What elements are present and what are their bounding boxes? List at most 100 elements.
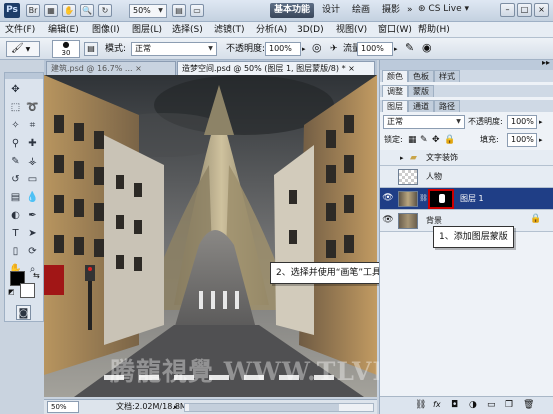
menu-view[interactable]: 视图(V) [336, 24, 367, 36]
brush-picker[interactable]: ● 30 [52, 40, 80, 58]
zoom-icon[interactable]: 🔍 [80, 4, 94, 17]
dodge-tool-icon[interactable]: ◐ [8, 208, 23, 223]
type-tool-icon[interactable]: T [8, 226, 23, 241]
menu-image[interactable]: 图像(I) [92, 24, 120, 36]
lock-image-icon[interactable]: ✎ [420, 133, 428, 147]
menu-edit[interactable]: 编辑(E) [48, 24, 79, 36]
blend-mode-select[interactable]: 正常 ▼ [383, 115, 465, 129]
background-color-swatch[interactable] [20, 283, 35, 298]
fx-icon[interactable]: fx [433, 400, 441, 409]
tab-layers[interactable]: 图层 [382, 100, 408, 112]
status-zoom-input[interactable]: 50% [47, 401, 79, 413]
menu-3d[interactable]: 3D(D) [297, 24, 324, 36]
lock-position-icon[interactable]: ✥ [432, 133, 440, 147]
eye-icon[interactable]: 👁 [382, 214, 394, 226]
new-layer-icon[interactable]: ❐ [505, 400, 513, 410]
lock-all-icon[interactable]: 🔒 [444, 133, 455, 147]
close-button[interactable]: × [534, 3, 549, 17]
cs-live[interactable]: ⊛ CS Live ▾ [418, 4, 469, 14]
flow-dropdown-icon[interactable]: ▸ [394, 42, 398, 56]
pen-tool-icon[interactable]: ✒ [25, 208, 40, 223]
marquee-tool-icon[interactable]: ⬚ [8, 100, 23, 115]
adjustment-icon[interactable]: ◑ [469, 400, 477, 410]
mask-icon[interactable]: ◘ [451, 400, 458, 410]
close-icon[interactable]: × [135, 64, 142, 73]
workspace-more[interactable]: » [403, 3, 417, 18]
screen-mode-icon[interactable]: ▭ [190, 4, 204, 17]
pressure-opacity-icon[interactable]: ◎ [312, 41, 322, 54]
mode-select[interactable]: 正常 ▼ [131, 42, 217, 56]
menu-select[interactable]: 选择(S) [172, 24, 203, 36]
layer-row-text-group[interactable]: ▸ ▰ 文字装饰 [380, 150, 553, 166]
healing-brush-tool-icon[interactable]: ✚ [25, 136, 40, 151]
layer-row-person[interactable]: 人物 [380, 166, 553, 188]
zoom-level-select[interactable]: 50% ▼ [129, 4, 167, 18]
tab-masks[interactable]: 蒙版 [408, 85, 434, 97]
fill-input[interactable]: 100% [507, 133, 537, 147]
3d-rotate-tool-icon[interactable]: ⟳ [25, 244, 40, 259]
history-brush-tool-icon[interactable]: ↺ [8, 172, 23, 187]
tab-building[interactable]: 建筑.psd @ 16.7% ... × [46, 61, 176, 75]
tab-swatches[interactable]: 色板 [408, 70, 434, 82]
rotate-view-icon[interactable]: ↻ [98, 4, 112, 17]
lasso-tool-icon[interactable]: ➰ [25, 100, 40, 115]
menu-filter[interactable]: 滤镜(T) [214, 24, 245, 36]
path-selection-tool-icon[interactable]: ➤ [25, 226, 40, 241]
fill-arrow-icon[interactable]: ▸ [539, 133, 543, 147]
opacity-input[interactable]: 100% [265, 42, 301, 56]
pressure-size-icon[interactable]: ◉ [422, 41, 432, 54]
airbrush-toggle-icon[interactable]: ✎ [405, 41, 414, 54]
layer-opacity-arrow-icon[interactable]: ▸ [539, 115, 543, 129]
tool-preset-picker[interactable]: 🖌 ▼ [6, 41, 40, 57]
swap-colors-icon[interactable]: ⇆ [33, 271, 40, 280]
horizontal-scrollbar[interactable] [184, 403, 374, 412]
menu-window[interactable]: 窗口(W) [378, 24, 412, 36]
move-tool-icon[interactable]: ✥ [8, 82, 23, 97]
quick-selection-tool-icon[interactable]: ✧ [8, 118, 23, 133]
quick-mask-icon[interactable]: ◙ [16, 305, 31, 320]
tab-color[interactable]: 颜色 [382, 70, 408, 82]
mask-link-icon[interactable]: ⛓ [419, 194, 428, 202]
toolbox-grip[interactable] [5, 73, 43, 79]
layer-row-layer-1[interactable]: 👁 ⛓ 图层 1 [380, 188, 553, 210]
tab-styles[interactable]: 样式 [434, 70, 460, 82]
brush-tool-icon[interactable]: ✎ [8, 154, 23, 169]
tab-paths[interactable]: 路径 [434, 100, 460, 112]
panel-dock-grip[interactable]: ▸▸ [380, 58, 553, 70]
status-menu-arrow-icon[interactable]: ▸ [174, 401, 178, 413]
menu-layer[interactable]: 图层(L) [132, 24, 162, 36]
close-icon[interactable]: × [348, 64, 355, 73]
scrollbar-thumb[interactable] [189, 404, 339, 411]
maximize-button[interactable]: □ [517, 3, 532, 17]
flow-input[interactable]: 100% [357, 42, 393, 56]
workspace-design[interactable]: 设计 [318, 3, 344, 18]
collapse-icon[interactable]: ▸▸ [542, 58, 550, 67]
crop-tool-icon[interactable]: ⌗ [25, 118, 40, 133]
default-colors-icon[interactable]: ◩ [8, 288, 15, 296]
workspace-painting[interactable]: 绘画 [348, 3, 374, 18]
brush-panel-toggle-icon[interactable]: ▤ [84, 42, 98, 56]
expand-arrow-icon[interactable]: ▸ [400, 152, 404, 164]
menu-file[interactable]: 文件(F) [5, 24, 35, 36]
eraser-tool-icon[interactable]: ▭ [25, 172, 40, 187]
folder-icon[interactable]: ▭ [487, 400, 496, 410]
blur-tool-icon[interactable]: 💧 [25, 190, 40, 205]
layer-opacity-input[interactable]: 100% [507, 115, 537, 129]
eye-icon[interactable]: 👁 [382, 192, 394, 204]
tab-channels[interactable]: 通道 [408, 100, 434, 112]
document-canvas[interactable] [44, 75, 377, 397]
tab-dream-space[interactable]: 造梦空间.psd @ 50% (图层 1, 图层蒙版/8) * × [177, 61, 375, 75]
trash-icon[interactable]: 🗑 [523, 400, 534, 410]
arrange-documents-icon[interactable]: ▤ [172, 4, 186, 17]
eyedropper-tool-icon[interactable]: ⚲ [8, 136, 23, 151]
gradient-tool-icon[interactable]: ▤ [8, 190, 23, 205]
menu-analysis[interactable]: 分析(A) [256, 24, 287, 36]
workspace-photography[interactable]: 摄影 [378, 3, 404, 18]
visibility-toggle[interactable] [382, 170, 394, 182]
hand-icon[interactable]: ✋ [62, 4, 76, 17]
workspace-essentials[interactable]: 基本功能 [270, 3, 315, 18]
clone-stamp-tool-icon[interactable]: ⚶ [25, 154, 40, 169]
link-icon[interactable]: ⛓ [415, 400, 426, 410]
layer-mask-thumbnail[interactable] [428, 189, 454, 209]
opacity-dropdown-icon[interactable]: ▸ [302, 42, 306, 56]
